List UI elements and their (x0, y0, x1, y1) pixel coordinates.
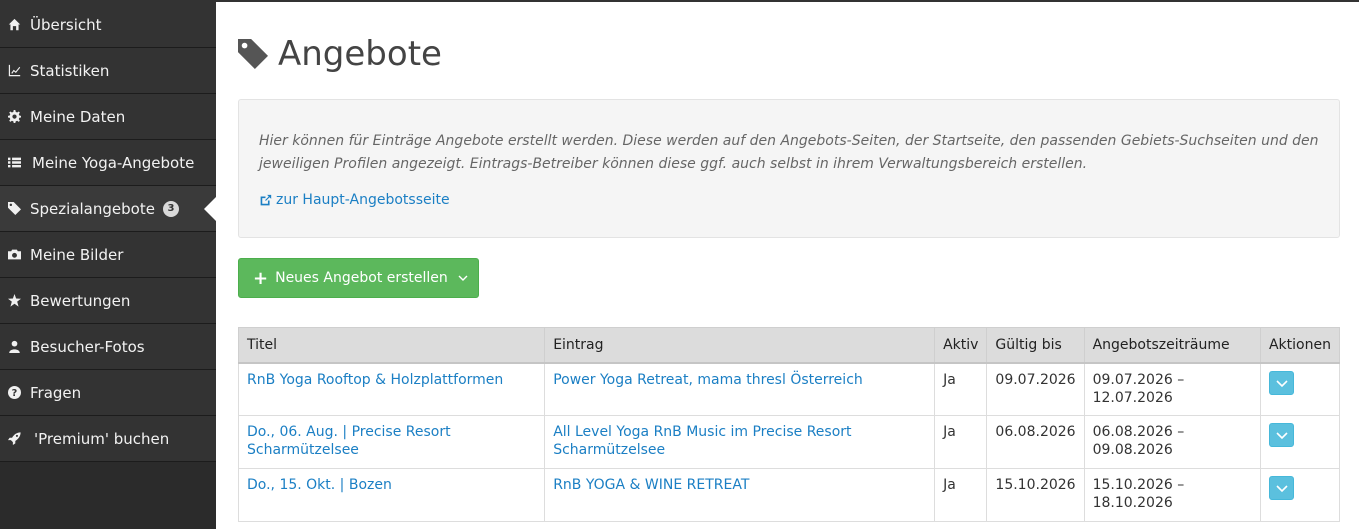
cell-aktiv: Ja (934, 415, 988, 469)
cell-zeitraum: 09.07.2026 – 12.07.2026 (1083, 362, 1261, 416)
count-badge: 3 (162, 200, 179, 217)
offer-title-link[interactable]: Do., 15. Okt. | Bozen (247, 477, 392, 493)
chevron-down-icon (1276, 432, 1288, 440)
new-offer-button-label: Neues Angebot erstellen (275, 270, 448, 286)
sidebar-item-statistiken[interactable]: Statistiken (0, 48, 216, 94)
sidebar-item-meine-bilder[interactable]: Meine Bilder (0, 232, 216, 278)
chart-icon (8, 64, 30, 77)
cell-aktiv: Ja (934, 362, 988, 416)
offer-title-link[interactable]: RnB Yoga Rooftop & Holzplattformen (247, 372, 503, 388)
cell-zeitraum: 06.08.2026 – 09.08.2026 (1083, 415, 1261, 469)
cell-titel: Do., 06. Aug. | Precise Resort Scharmütz… (237, 415, 546, 469)
sidebar-item-label: Fragen (30, 383, 82, 402)
entry-link[interactable]: Power Yoga Retreat, mama thresl Österrei… (553, 372, 863, 388)
cell-aktiv: Ja (934, 468, 988, 522)
chevron-down-icon (458, 275, 468, 281)
offers-table: Titel Eintrag Aktiv Gültig bis Angebotsz… (237, 327, 1341, 522)
table-row: Do., 15. Okt. | Bozen RnB YOGA & WINE RE… (237, 468, 1341, 522)
cell-titel: Do., 15. Okt. | Bozen (237, 468, 546, 522)
entry-link[interactable]: RnB YOGA & WINE RETREAT (553, 477, 749, 493)
gear-icon (8, 110, 30, 123)
table-row: RnB Yoga Rooftop & Holzplattformen Power… (237, 362, 1341, 416)
sidebar-item-uebersicht[interactable]: Übersicht (0, 2, 216, 48)
home-icon (8, 18, 30, 31)
chevron-down-icon (1276, 485, 1288, 493)
actions-dropdown-button[interactable] (1268, 476, 1294, 500)
column-header-aktiv[interactable]: Aktiv (934, 327, 988, 364)
rocket-icon (8, 432, 34, 445)
external-link-icon (260, 194, 272, 205)
tag-icon (238, 39, 268, 69)
sidebar-item-yoga-angebote[interactable]: Meine Yoga-Angebote (0, 140, 216, 186)
info-text: Hier können für Einträge Angebote erstel… (259, 133, 1319, 172)
cell-titel: RnB Yoga Rooftop & Holzplattformen (237, 362, 546, 416)
info-panel: Hier können für Einträge Angebote erstel… (238, 99, 1340, 238)
column-header-aktionen: Aktionen (1259, 327, 1341, 364)
cell-gueltig-bis: 06.08.2026 (986, 415, 1085, 469)
sidebar: Übersicht Statistiken Meine Daten Meine … (0, 2, 216, 529)
sidebar-item-besucher-fotos[interactable]: Besucher-Fotos (0, 324, 216, 370)
main-offers-link-label: zur Haupt-Angebotsseite (276, 192, 450, 208)
sidebar-item-label: Statistiken (30, 61, 110, 80)
main-content: Angebote Hier können für Einträge Angebo… (237, 2, 1341, 522)
chevron-down-icon (1276, 379, 1288, 387)
list-icon (8, 156, 32, 169)
tag-icon (8, 202, 30, 215)
actions-dropdown-button[interactable] (1268, 423, 1294, 447)
sidebar-item-label: Meine Bilder (30, 245, 124, 264)
column-header-titel[interactable]: Titel (237, 327, 546, 364)
cell-eintrag: All Level Yoga RnB Music im Precise Reso… (544, 415, 936, 469)
question-icon: ? (8, 386, 30, 399)
sidebar-item-spezialangebote[interactable]: Spezialangebote 3 (0, 186, 216, 232)
column-header-angebotszeitraeume[interactable]: Angebotszeiträume (1083, 327, 1261, 364)
new-offer-button[interactable]: + Neues Angebot erstellen (238, 258, 479, 298)
cell-gueltig-bis: 15.10.2026 (986, 468, 1085, 522)
page-title: Angebote (278, 34, 442, 74)
cell-aktionen (1259, 362, 1341, 416)
sidebar-item-label: Meine Daten (30, 107, 126, 126)
svg-text:?: ? (12, 388, 18, 399)
sidebar-item-label: Übersicht (30, 15, 102, 34)
sidebar-item-bewertungen[interactable]: Bewertungen (0, 278, 216, 324)
cell-aktionen (1259, 468, 1341, 522)
camera-icon (8, 248, 30, 261)
user-icon (8, 340, 30, 353)
plus-icon: + (253, 267, 269, 289)
table-row: Do., 06. Aug. | Precise Resort Scharmütz… (237, 415, 1341, 469)
column-header-eintrag[interactable]: Eintrag (544, 327, 936, 364)
cell-aktionen (1259, 415, 1341, 469)
cell-zeitraum: 15.10.2026 – 18.10.2026 (1083, 468, 1261, 522)
entry-link[interactable]: All Level Yoga RnB Music im Precise Reso… (553, 424, 851, 458)
offer-title-link[interactable]: Do., 06. Aug. | Precise Resort Scharmütz… (247, 424, 451, 458)
sidebar-item-meine-daten[interactable]: Meine Daten (0, 94, 216, 140)
cell-eintrag: Power Yoga Retreat, mama thresl Österrei… (544, 362, 936, 416)
active-indicator (204, 197, 216, 221)
sidebar-item-label: Meine Yoga-Angebote (32, 153, 195, 172)
star-icon (8, 294, 30, 307)
sidebar-item-fragen[interactable]: ? Fragen (0, 370, 216, 416)
main-offers-link[interactable]: zur Haupt-Angebotsseite (259, 192, 1319, 208)
sidebar-item-label: Besucher-Fotos (30, 337, 145, 356)
sidebar-item-label: 'Premium' buchen (34, 429, 170, 448)
sidebar-item-label: Spezialangebote (30, 199, 155, 218)
sidebar-item-premium[interactable]: 'Premium' buchen (0, 416, 216, 462)
sidebar-item-label: Bewertungen (30, 291, 131, 310)
cell-eintrag: RnB YOGA & WINE RETREAT (544, 468, 936, 522)
actions-dropdown-button[interactable] (1268, 370, 1294, 395)
cell-gueltig-bis: 09.07.2026 (986, 362, 1085, 416)
table-header-row: Titel Eintrag Aktiv Gültig bis Angebotsz… (237, 327, 1341, 364)
column-header-gueltig-bis[interactable]: Gültig bis (986, 327, 1085, 364)
